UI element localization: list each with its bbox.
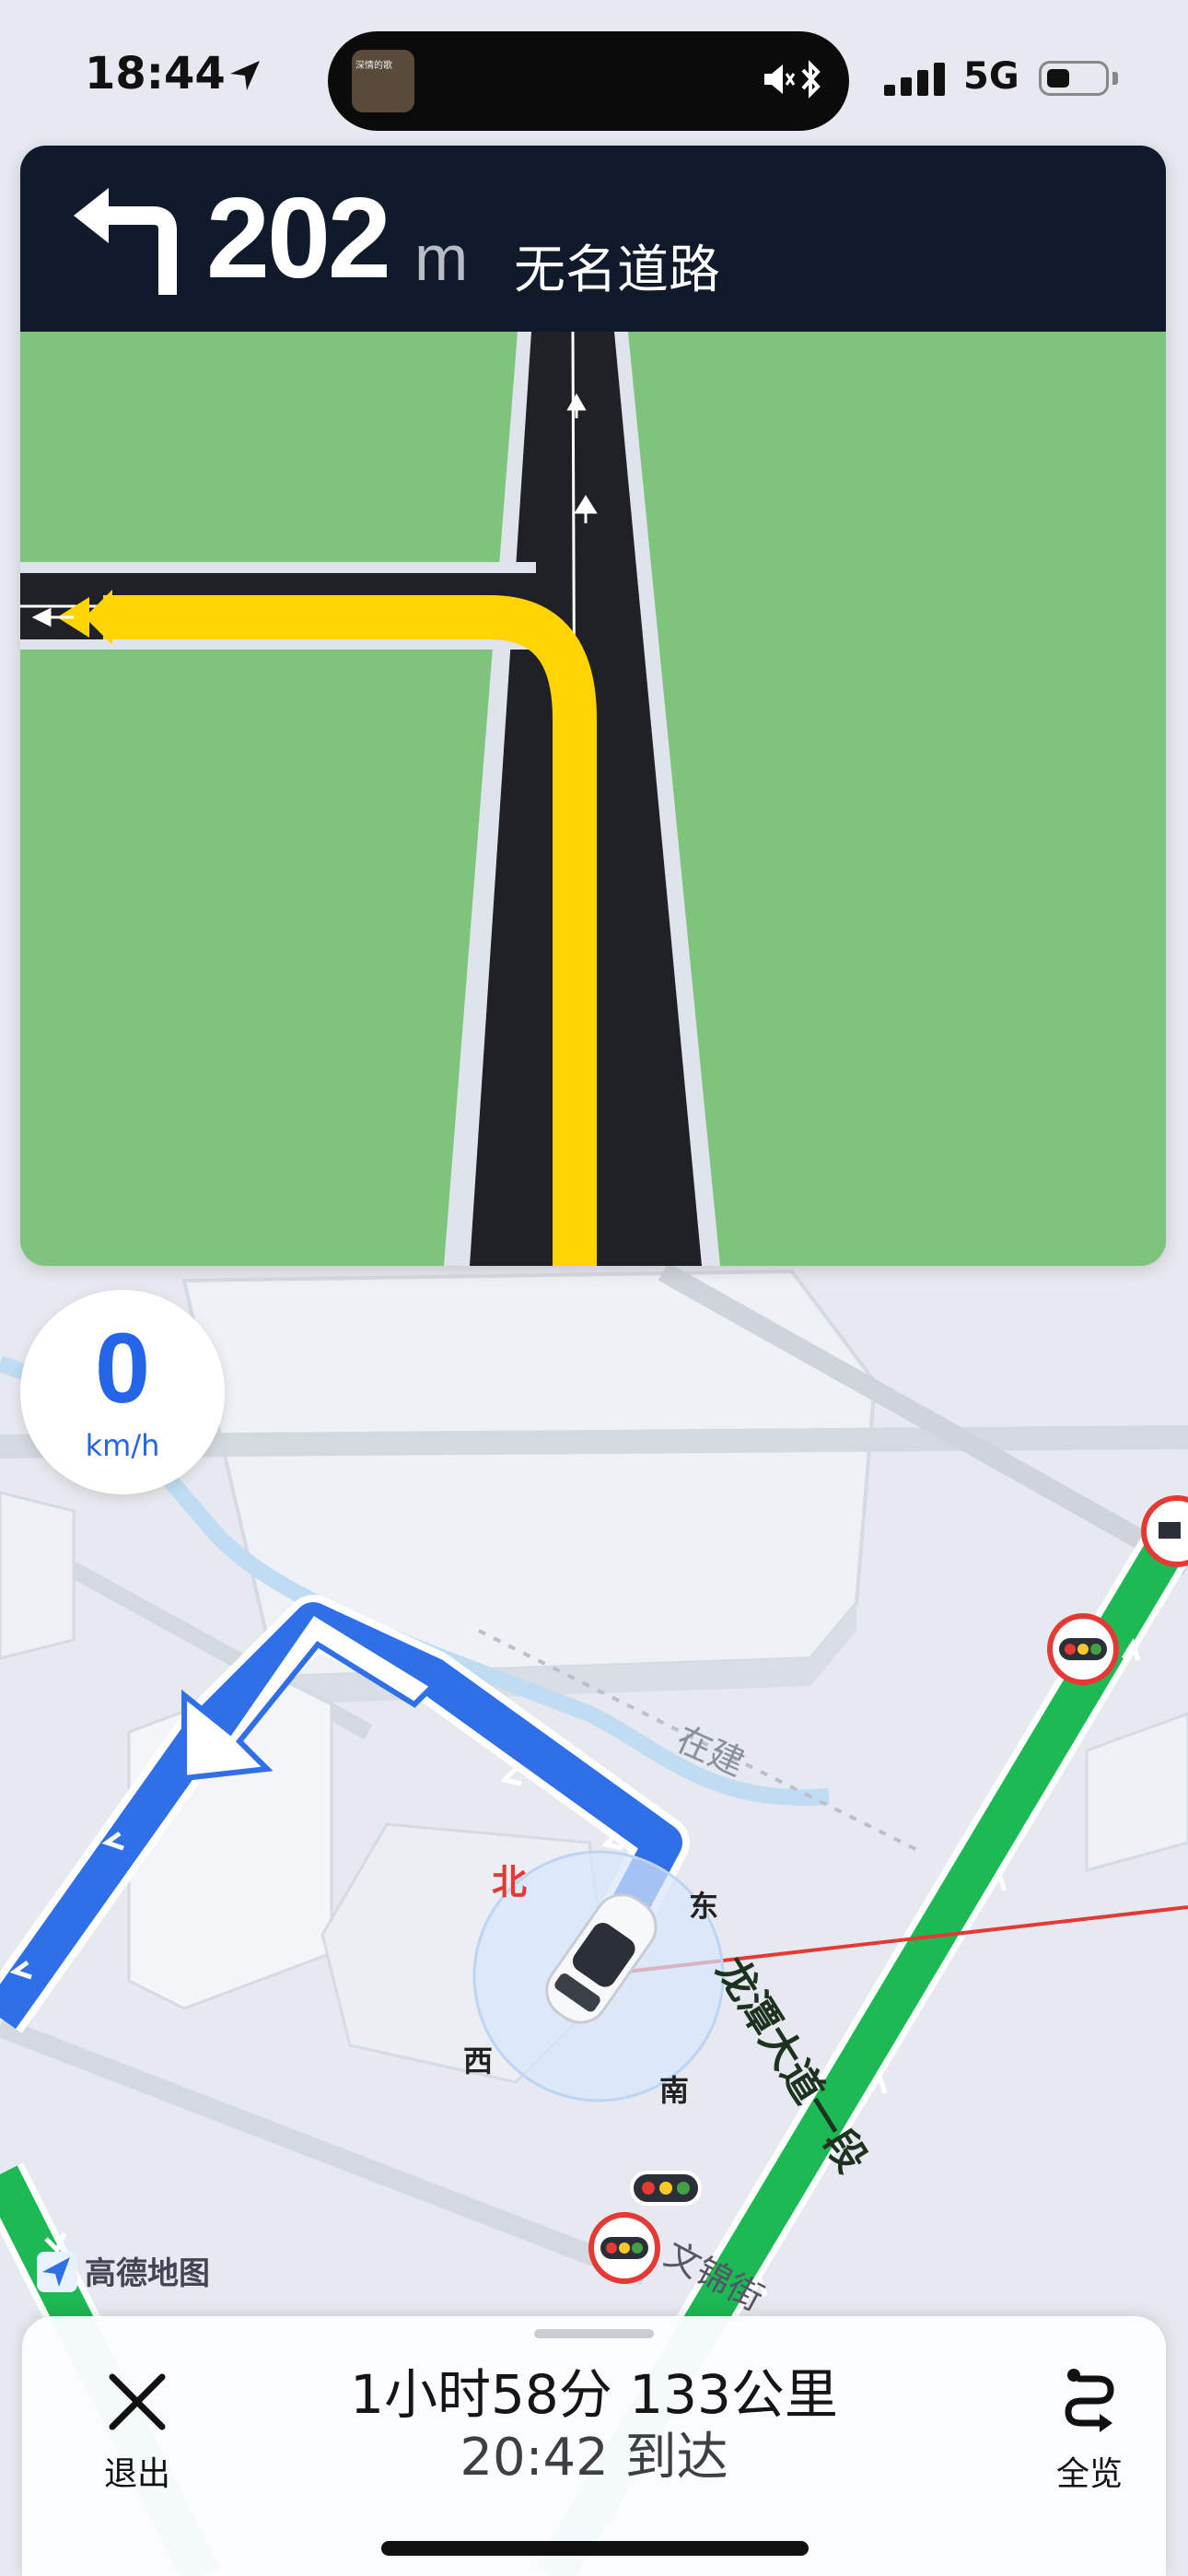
bluetooth-icon bbox=[801, 60, 821, 99]
battery-icon bbox=[1039, 61, 1109, 96]
compass-west: 西 bbox=[463, 2043, 494, 2078]
status-bar: 18:44 深情的歌 5G bbox=[0, 0, 1188, 147]
next-road-name: 无名道路 bbox=[514, 240, 720, 300]
compass-east: 东 bbox=[689, 1889, 719, 1924]
arrival-time: 20:42 到达 bbox=[460, 2428, 728, 2488]
dynamic-island[interactable]: 深情的歌 bbox=[328, 31, 849, 131]
distance-unit: m bbox=[414, 222, 469, 294]
turn-left-icon bbox=[74, 188, 177, 295]
network-type: 5G bbox=[963, 55, 1019, 98]
route-overview-icon bbox=[1065, 2369, 1114, 2432]
compass-south: 南 bbox=[659, 2073, 690, 2108]
guidance-header: 202 m 无名道路 bbox=[20, 146, 1166, 332]
current-speed: 0 bbox=[94, 1312, 151, 1423]
panel-grabber[interactable] bbox=[534, 2329, 654, 2338]
overview-button[interactable]: 全览 bbox=[1030, 2355, 1149, 2493]
trip-panel: 退出 1小时58分 133公里 20:42 到达 全览 bbox=[22, 2316, 1166, 2576]
mute-icon bbox=[764, 64, 796, 94]
music-artwork: 深情的歌 bbox=[352, 50, 414, 112]
junction-view bbox=[20, 332, 1166, 1266]
amap-logo-icon bbox=[37, 2252, 77, 2292]
compass-north: 北 bbox=[492, 1862, 528, 1903]
status-time: 18:44 bbox=[85, 48, 226, 100]
home-indicator[interactable] bbox=[381, 2541, 809, 2556]
speed-unit: km/h bbox=[85, 1428, 160, 1463]
speedometer: 0 km/h bbox=[20, 1290, 225, 1494]
map-brand: 高德地图 bbox=[37, 2248, 210, 2293]
location-arrow-icon bbox=[230, 61, 260, 90]
cellular-signal-icon bbox=[884, 63, 945, 96]
turn-guidance-card: 202 m 无名道路 bbox=[20, 146, 1166, 1266]
turn-distance: 202 bbox=[206, 175, 391, 302]
